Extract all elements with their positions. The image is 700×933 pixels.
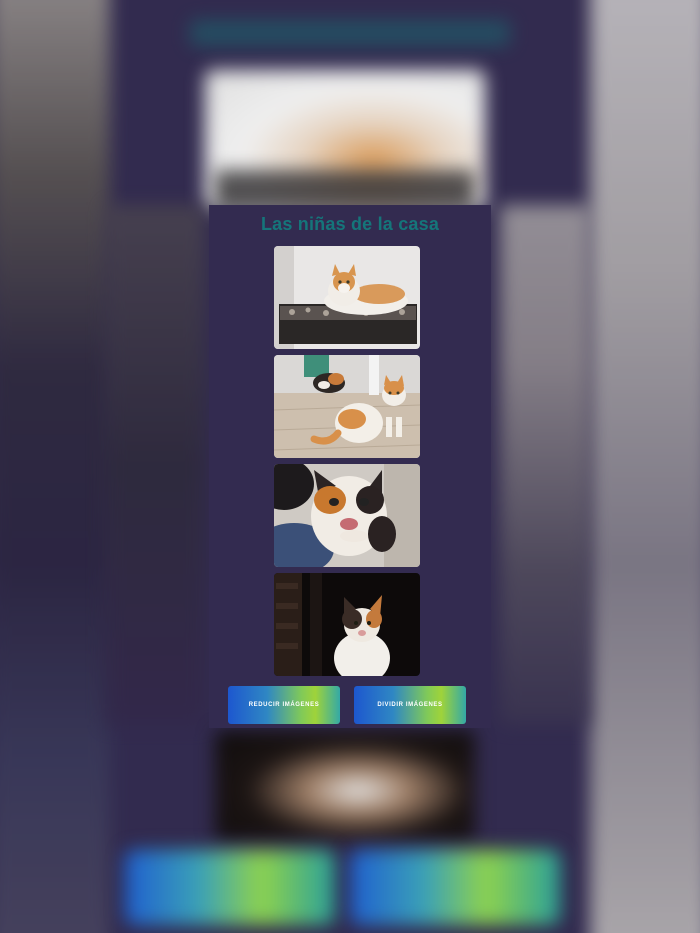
cat-photo-image bbox=[274, 573, 420, 676]
reduce-images-button[interactable]: Reducir imágenes bbox=[228, 686, 340, 724]
gallery-photo[interactable] bbox=[274, 246, 420, 349]
blurred-photo-top-base bbox=[215, 170, 475, 210]
action-buttons: Reducir imágenes Dividir imágenes bbox=[228, 686, 466, 724]
blurred-column-right bbox=[500, 205, 590, 725]
cat-photo-image bbox=[274, 246, 420, 349]
blurred-button-right bbox=[350, 850, 560, 925]
split-images-button[interactable]: Dividir imágenes bbox=[354, 686, 466, 724]
photo-gallery bbox=[274, 246, 420, 676]
blurred-edge-left bbox=[0, 0, 110, 933]
gallery-photo[interactable] bbox=[274, 355, 420, 458]
blurred-column-left bbox=[105, 205, 205, 725]
blurred-photo-bottom bbox=[215, 730, 475, 840]
blurred-button-left bbox=[125, 850, 335, 925]
cat-photo-image bbox=[274, 355, 420, 458]
cat-photo-image bbox=[274, 464, 420, 567]
blurred-edge-right bbox=[590, 0, 700, 933]
gallery-photo[interactable] bbox=[274, 464, 420, 567]
app-panel: Las niñas de la casa REDUCIR IMÁGENES DI… bbox=[209, 205, 491, 728]
page-title: Las niñas de la casa bbox=[260, 214, 440, 234]
blurred-title bbox=[190, 20, 510, 46]
gallery-photo[interactable] bbox=[274, 573, 420, 676]
